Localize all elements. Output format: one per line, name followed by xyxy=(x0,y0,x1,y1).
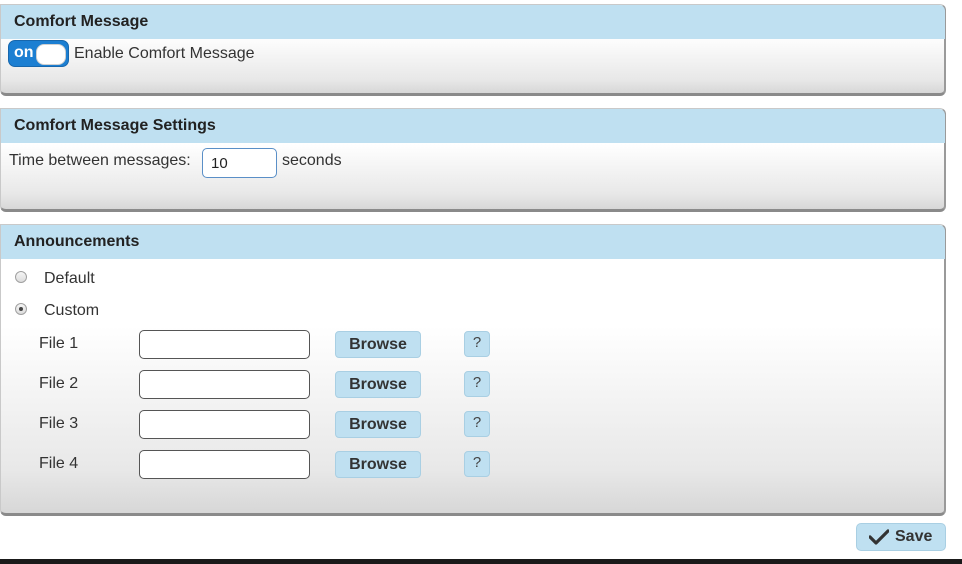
radio-default-label: Default xyxy=(44,270,95,287)
file-4-help-button[interactable]: ? xyxy=(464,451,490,477)
interval-unit-label: seconds xyxy=(282,152,342,169)
checkmark-icon xyxy=(869,529,889,545)
file-2-browse-button[interactable]: Browse xyxy=(335,371,421,398)
radio-custom-label: Custom xyxy=(44,302,100,319)
file-1-label: File 1 xyxy=(39,335,79,352)
file-1-help-button[interactable]: ? xyxy=(464,331,490,357)
file-1-browse-button[interactable]: Browse xyxy=(335,331,421,358)
enable-comfort-message-toggle[interactable]: on xyxy=(8,40,69,67)
file-4-browse-button[interactable]: Browse xyxy=(335,451,421,478)
save-button-label: Save xyxy=(895,528,933,545)
file-4-label: File 4 xyxy=(39,455,79,472)
toggle-knob xyxy=(36,44,66,65)
file-3-help-button[interactable]: ? xyxy=(464,411,490,437)
enable-comfort-message-label: Enable Comfort Message xyxy=(74,45,255,62)
save-button[interactable]: Save xyxy=(856,523,946,551)
interval-input[interactable] xyxy=(202,148,277,178)
file-2-input[interactable] xyxy=(139,370,310,399)
file-3-label: File 3 xyxy=(39,415,79,432)
file-2-help-button[interactable]: ? xyxy=(464,371,490,397)
comfort-message-header: Comfort Message xyxy=(1,5,945,39)
file-2-label: File 2 xyxy=(39,375,79,392)
file-3-browse-button[interactable]: Browse xyxy=(335,411,421,438)
radio-custom[interactable] xyxy=(15,303,27,315)
file-4-input[interactable] xyxy=(139,450,310,479)
toggle-state-label: on xyxy=(14,44,34,61)
file-3-input[interactable] xyxy=(139,410,310,439)
comfort-message-settings-header: Comfort Message Settings xyxy=(1,109,945,143)
radio-default[interactable] xyxy=(15,271,27,283)
bottom-bar xyxy=(0,559,962,564)
announcements-header: Announcements xyxy=(1,225,945,259)
interval-label: Time between messages: xyxy=(9,152,191,169)
file-1-input[interactable] xyxy=(139,330,310,359)
